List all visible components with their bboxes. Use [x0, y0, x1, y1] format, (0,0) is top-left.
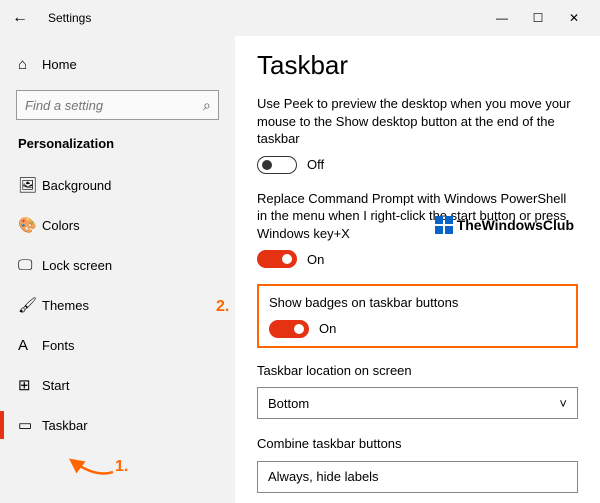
start-icon: ⊞ — [18, 376, 42, 394]
sidebar-item-label: Themes — [42, 298, 89, 313]
badges-state: On — [319, 321, 336, 336]
setting-combine: Combine taskbar buttons Always, hide lab… — [257, 435, 578, 493]
sidebar-item-label: Background — [42, 178, 111, 193]
home-label: Home — [42, 57, 77, 72]
titlebar: ← Settings — ☐ ✕ — [0, 0, 600, 36]
section-header: Personalization — [0, 130, 235, 165]
sidebar-item-label: Colors — [42, 218, 80, 233]
sidebar-item-label: Start — [42, 378, 69, 393]
badges-label: Show badges on taskbar buttons — [269, 294, 566, 312]
badges-toggle[interactable] — [269, 320, 309, 338]
location-value: Bottom — [268, 396, 309, 411]
powershell-state: On — [307, 252, 324, 267]
search-icon: ⌕ — [203, 97, 211, 114]
sidebar-item-background[interactable]: 🖼 Background — [0, 165, 235, 205]
sidebar: ⌂ Home ⌕ Personalization 🖼 Background 🎨 … — [0, 36, 235, 503]
sidebar-item-label: Lock screen — [42, 258, 112, 273]
combine-select[interactable]: Always, hide labels — [257, 461, 578, 493]
watermark-text: TheWindowsClub — [457, 217, 574, 233]
sidebar-item-fonts[interactable]: A Fonts — [0, 325, 235, 365]
sidebar-item-lockscreen[interactable]: 🖵 Lock screen — [0, 245, 235, 285]
fonts-icon: A — [18, 337, 42, 354]
arrow-icon — [65, 450, 120, 480]
maximize-button[interactable]: ☐ — [520, 4, 556, 32]
sidebar-item-themes[interactable]: 🖌 Themes — [0, 285, 235, 325]
lockscreen-icon: 🖵 — [18, 257, 42, 274]
highlight-badges: Show badges on taskbar buttons On — [257, 284, 578, 348]
home-nav[interactable]: ⌂ Home — [0, 44, 235, 84]
minimize-button[interactable]: — — [484, 4, 520, 32]
location-select[interactable]: Bottom ˅ — [257, 387, 578, 419]
search-box[interactable]: ⌕ — [16, 90, 219, 120]
peek-state: Off — [307, 157, 324, 172]
colors-icon: 🎨 — [18, 216, 42, 234]
chevron-down-icon: ˅ — [559, 396, 567, 411]
setting-location: Taskbar location on screen Bottom ˅ — [257, 362, 578, 420]
sidebar-item-label: Taskbar — [42, 418, 88, 433]
content-pane: Taskbar Use Peek to preview the desktop … — [235, 36, 600, 503]
sidebar-item-start[interactable]: ⊞ Start — [0, 365, 235, 405]
sidebar-item-label: Fonts — [42, 338, 75, 353]
sidebar-item-colors[interactable]: 🎨 Colors — [0, 205, 235, 245]
watermark: TheWindowsClub — [435, 216, 574, 234]
powershell-toggle[interactable] — [257, 250, 297, 268]
peek-toggle[interactable] — [257, 156, 297, 174]
close-button[interactable]: ✕ — [556, 4, 592, 32]
combine-label: Combine taskbar buttons — [257, 435, 578, 453]
location-label: Taskbar location on screen — [257, 362, 578, 380]
callout-2: 2. — [216, 298, 229, 316]
background-icon: 🖼 — [18, 176, 42, 194]
taskbar-icon: ▭ — [18, 416, 42, 434]
sidebar-item-taskbar[interactable]: ▭ Taskbar — [0, 405, 235, 445]
peek-label: Use Peek to preview the desktop when you… — [257, 95, 578, 148]
combine-value: Always, hide labels — [268, 469, 379, 484]
page-title: Taskbar — [257, 50, 578, 81]
search-input[interactable] — [25, 98, 203, 113]
window-title: Settings — [40, 11, 484, 25]
setting-peek: Use Peek to preview the desktop when you… — [257, 95, 578, 174]
home-icon: ⌂ — [18, 56, 42, 73]
themes-icon: 🖌 — [18, 296, 42, 314]
back-button[interactable]: ← — [12, 9, 40, 27]
